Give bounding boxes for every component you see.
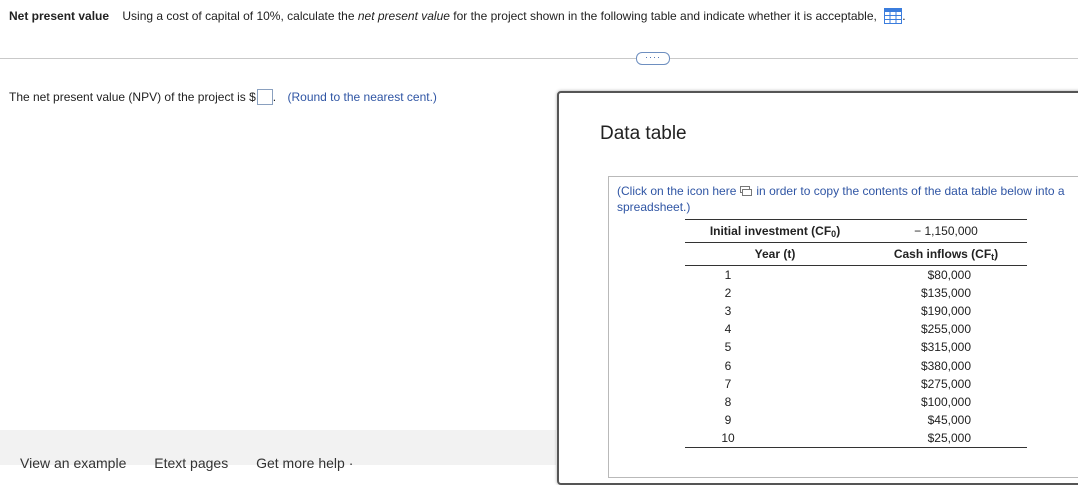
year-cell: 3	[724, 303, 732, 318]
data-table-icon[interactable]	[884, 8, 903, 24]
copy-note-start: (Click on the icon here	[617, 184, 737, 198]
year-cell: 2	[724, 285, 732, 300]
table-row: 4 $255,000	[685, 320, 1027, 338]
year-cell: 1	[724, 267, 732, 282]
cash-flow-table: Initial investment (CF0) − 1,150,000 Yea…	[685, 219, 1027, 448]
cash-inflows-sub: t	[991, 251, 995, 262]
column-header-row: Year (t) Cash inflows (CFt)	[685, 242, 1027, 266]
cash-inflow-cell: $45,000	[927, 413, 971, 428]
get-more-help-link[interactable]: Get more help ·	[256, 455, 353, 471]
cash-inflow-cell: $100,000	[920, 394, 971, 409]
copy-to-spreadsheet-icon[interactable]	[740, 184, 753, 196]
help-links: View an example Etext pages Get more hel…	[20, 455, 377, 471]
cash-inflow-cell: $315,000	[920, 340, 971, 355]
question-text-end: for the project shown in the following t…	[449, 9, 877, 23]
cash-inflow-cell: $135,000	[920, 285, 971, 300]
answer-suffix: .	[272, 90, 277, 104]
question-period: .	[902, 9, 906, 23]
data-table-popup: Data table (Click on the icon here in ord…	[557, 91, 1078, 485]
table-row: 8 $100,000	[685, 393, 1027, 411]
year-cell: 4	[724, 322, 732, 337]
question-header: Net present value Using a cost of capita…	[9, 8, 906, 24]
etext-pages-link[interactable]: Etext pages	[154, 455, 228, 471]
cash-inflows-header: Cash inflows (CF	[893, 246, 992, 261]
initial-investment-label: Initial investment (CF	[709, 223, 832, 238]
data-table-container: (Click on the icon here in order to copy …	[608, 176, 1078, 478]
year-header: Year (t)	[685, 242, 865, 266]
year-cell: 5	[724, 340, 732, 355]
table-row: 7 $275,000	[685, 375, 1027, 393]
year-cell: 8	[724, 394, 732, 409]
table-row: 6 $380,000	[685, 356, 1027, 374]
expand-more-button[interactable]: ····	[636, 52, 670, 65]
cash-inflow-cell: $275,000	[920, 376, 971, 391]
question-text-italic: net present value	[357, 9, 450, 23]
year-cell: 6	[724, 358, 732, 373]
view-example-link[interactable]: View an example	[20, 455, 126, 471]
answer-line: The net present value (NPV) of the proje…	[9, 89, 437, 105]
initial-investment-row: Initial investment (CF0) − 1,150,000	[685, 219, 1027, 243]
table-row: 9 $45,000	[685, 411, 1027, 429]
cash-inflow-cell: $25,000	[865, 429, 1027, 448]
copy-instructions: (Click on the icon here in order to copy …	[617, 183, 1078, 215]
table-row: 2 $135,000	[685, 284, 1027, 302]
table-row: 1 $80,000	[685, 266, 1027, 284]
answer-prefix: The net present value (NPV) of the proje…	[9, 90, 256, 104]
year-cell: 10	[685, 429, 865, 448]
cash-inflow-cell: $190,000	[920, 303, 971, 318]
cash-inflow-cell: $255,000	[920, 322, 971, 337]
initial-investment-value: − 1,150,000	[865, 219, 1027, 243]
section-divider	[0, 58, 1078, 59]
cash-inflow-cell: $380,000	[920, 358, 971, 373]
table-row: 10 $25,000	[685, 429, 1027, 448]
npv-answer-input[interactable]	[256, 89, 273, 105]
question-title: Net present value	[9, 9, 110, 23]
rounding-hint: (Round to the nearest cent.)	[287, 90, 437, 104]
table-row: 3 $190,000	[685, 302, 1027, 320]
year-cell: 7	[724, 376, 732, 391]
cash-inflow-cell: $80,000	[927, 267, 971, 282]
question-text-start: Using a cost of capital of 10%, calculat…	[122, 9, 358, 23]
popup-title: Data table	[600, 123, 687, 144]
table-row: 5 $315,000	[685, 338, 1027, 356]
initial-investment-sub: 0	[831, 228, 837, 239]
year-cell: 9	[724, 413, 732, 428]
